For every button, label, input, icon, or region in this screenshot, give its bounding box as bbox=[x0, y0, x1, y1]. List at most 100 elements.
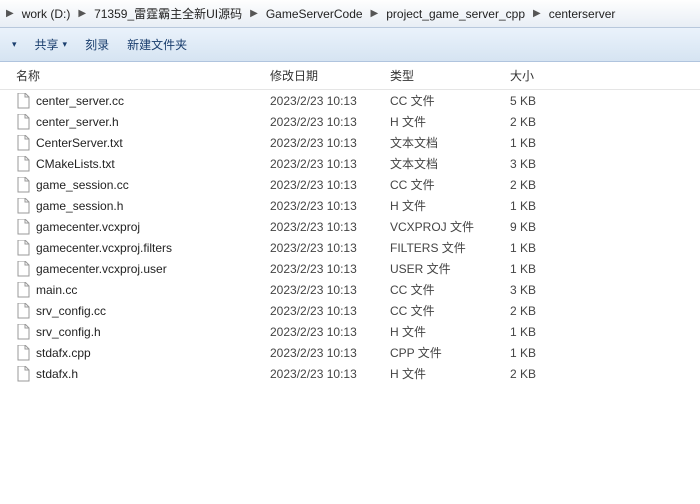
file-name-label: game_session.cc bbox=[36, 178, 129, 192]
file-date-cell: 2023/2/23 10:13 bbox=[270, 115, 390, 129]
file-name-cell: stdafx.h bbox=[0, 366, 270, 382]
share-label: 共享 bbox=[35, 36, 59, 53]
file-icon bbox=[16, 324, 30, 340]
file-icon bbox=[16, 93, 30, 109]
breadcrumb-item[interactable]: centerserver bbox=[543, 3, 622, 25]
file-name-cell: center_server.h bbox=[0, 114, 270, 130]
file-row[interactable]: CMakeLists.txt2023/2/23 10:13文本文档3 KB bbox=[0, 153, 700, 174]
file-list: center_server.cc2023/2/23 10:13CC 文件5 KB… bbox=[0, 90, 700, 384]
file-name-cell: srv_config.h bbox=[0, 324, 270, 340]
file-date-cell: 2023/2/23 10:13 bbox=[270, 304, 390, 318]
file-type-cell: H 文件 bbox=[390, 113, 510, 130]
file-name-cell: CenterServer.txt bbox=[0, 135, 270, 151]
breadcrumb-bar: ▶ work (D:) ▶ 71359_雷霆霸主全新UI源码 ▶ GameSer… bbox=[0, 0, 700, 28]
dropdown-arrow-icon[interactable]: ▾ bbox=[12, 39, 17, 50]
file-name-cell: gamecenter.vcxproj.user bbox=[0, 261, 270, 277]
file-row[interactable]: srv_config.cc2023/2/23 10:13CC 文件2 KB bbox=[0, 300, 700, 321]
breadcrumb-item[interactable]: work (D:) bbox=[16, 3, 77, 25]
file-name-label: CMakeLists.txt bbox=[36, 157, 115, 171]
file-name-label: CenterServer.txt bbox=[36, 136, 123, 150]
chevron-right-icon[interactable]: ▶ bbox=[369, 8, 381, 19]
file-name-cell: srv_config.cc bbox=[0, 303, 270, 319]
header-type[interactable]: 类型 bbox=[390, 67, 510, 84]
file-date-cell: 2023/2/23 10:13 bbox=[270, 262, 390, 276]
file-name-label: stdafx.h bbox=[36, 367, 78, 381]
file-size-cell: 1 KB bbox=[510, 241, 600, 255]
file-type-cell: H 文件 bbox=[390, 365, 510, 382]
file-date-cell: 2023/2/23 10:13 bbox=[270, 157, 390, 171]
file-name-cell: gamecenter.vcxproj bbox=[0, 219, 270, 235]
file-name-label: center_server.h bbox=[36, 115, 119, 129]
dropdown-arrow-icon: ▾ bbox=[63, 39, 68, 50]
file-type-cell: 文本文档 bbox=[390, 134, 510, 151]
file-size-cell: 2 KB bbox=[510, 178, 600, 192]
file-name-cell: game_session.h bbox=[0, 198, 270, 214]
file-row[interactable]: srv_config.h2023/2/23 10:13H 文件1 KB bbox=[0, 321, 700, 342]
breadcrumb-item[interactable]: project_game_server_cpp bbox=[380, 3, 531, 25]
file-row[interactable]: game_session.h2023/2/23 10:13H 文件1 KB bbox=[0, 195, 700, 216]
file-name-label: center_server.cc bbox=[36, 94, 124, 108]
file-name-cell: game_session.cc bbox=[0, 177, 270, 193]
file-row[interactable]: gamecenter.vcxproj.user2023/2/23 10:13US… bbox=[0, 258, 700, 279]
file-icon bbox=[16, 114, 30, 130]
file-date-cell: 2023/2/23 10:13 bbox=[270, 220, 390, 234]
file-name-label: gamecenter.vcxproj bbox=[36, 220, 140, 234]
file-name-label: gamecenter.vcxproj.filters bbox=[36, 241, 172, 255]
file-row[interactable]: stdafx.cpp2023/2/23 10:13CPP 文件1 KB bbox=[0, 342, 700, 363]
file-type-cell: CC 文件 bbox=[390, 176, 510, 193]
file-name-cell: stdafx.cpp bbox=[0, 345, 270, 361]
file-name-label: game_session.h bbox=[36, 199, 123, 213]
chevron-right-icon[interactable]: ▶ bbox=[4, 8, 16, 19]
file-size-cell: 1 KB bbox=[510, 199, 600, 213]
file-icon bbox=[16, 366, 30, 382]
header-date[interactable]: 修改日期 bbox=[270, 67, 390, 84]
file-name-label: main.cc bbox=[36, 283, 77, 297]
file-icon bbox=[16, 303, 30, 319]
file-type-cell: CPP 文件 bbox=[390, 344, 510, 361]
file-row[interactable]: CenterServer.txt2023/2/23 10:13文本文档1 KB bbox=[0, 132, 700, 153]
file-size-cell: 2 KB bbox=[510, 367, 600, 381]
file-size-cell: 3 KB bbox=[510, 283, 600, 297]
new-folder-button[interactable]: 新建文件夹 bbox=[127, 36, 187, 53]
file-type-cell: USER 文件 bbox=[390, 260, 510, 277]
file-name-label: srv_config.cc bbox=[36, 304, 106, 318]
file-row[interactable]: center_server.cc2023/2/23 10:13CC 文件5 KB bbox=[0, 90, 700, 111]
breadcrumb-item[interactable]: GameServerCode bbox=[260, 3, 369, 25]
file-name-label: srv_config.h bbox=[36, 325, 101, 339]
file-name-cell: CMakeLists.txt bbox=[0, 156, 270, 172]
file-icon bbox=[16, 156, 30, 172]
file-size-cell: 1 KB bbox=[510, 262, 600, 276]
file-size-cell: 5 KB bbox=[510, 94, 600, 108]
header-size[interactable]: 大小 bbox=[510, 67, 600, 84]
file-icon bbox=[16, 282, 30, 298]
file-name-cell: gamecenter.vcxproj.filters bbox=[0, 240, 270, 256]
file-icon bbox=[16, 261, 30, 277]
share-button[interactable]: 共享 ▾ bbox=[35, 36, 68, 53]
file-size-cell: 1 KB bbox=[510, 136, 600, 150]
file-type-cell: CC 文件 bbox=[390, 281, 510, 298]
file-date-cell: 2023/2/23 10:13 bbox=[270, 199, 390, 213]
file-row[interactable]: gamecenter.vcxproj.filters 2023/2/23 10:1… bbox=[0, 237, 700, 258]
file-row[interactable]: center_server.h2023/2/23 10:13H 文件2 KB bbox=[0, 111, 700, 132]
file-row[interactable]: gamecenter.vcxproj 2023/2/23 10:13VCXPROJ… bbox=[0, 216, 700, 237]
toolbar: ▾ 共享 ▾ 刻录 新建文件夹 bbox=[0, 28, 700, 62]
header-name[interactable]: 名称 bbox=[0, 67, 270, 84]
chevron-right-icon[interactable]: ▶ bbox=[248, 8, 260, 19]
chevron-right-icon[interactable]: ▶ bbox=[76, 8, 88, 19]
breadcrumb-item[interactable]: 71359_雷霆霸主全新UI源码 bbox=[88, 3, 248, 25]
file-date-cell: 2023/2/23 10:13 bbox=[270, 178, 390, 192]
file-row[interactable]: stdafx.h2023/2/23 10:13H 文件2 KB bbox=[0, 363, 700, 384]
file-size-cell: 2 KB bbox=[510, 304, 600, 318]
file-type-cell: FILTERS 文件 bbox=[390, 239, 510, 256]
file-date-cell: 2023/2/23 10:13 bbox=[270, 283, 390, 297]
file-type-cell: 文本文档 bbox=[390, 155, 510, 172]
file-row[interactable]: main.cc 2023/2/23 10:13CC 文件3 KB bbox=[0, 279, 700, 300]
file-row[interactable]: game_session.cc 2023/2/23 10:13CC 文件2 KB bbox=[0, 174, 700, 195]
file-date-cell: 2023/2/23 10:13 bbox=[270, 94, 390, 108]
column-headers: 名称 修改日期 类型 大小 bbox=[0, 62, 700, 90]
file-date-cell: 2023/2/23 10:13 bbox=[270, 241, 390, 255]
file-name-cell: center_server.cc bbox=[0, 93, 270, 109]
chevron-right-icon[interactable]: ▶ bbox=[531, 8, 543, 19]
burn-button[interactable]: 刻录 bbox=[85, 36, 109, 53]
file-type-cell: VCXPROJ 文件 bbox=[390, 218, 510, 235]
